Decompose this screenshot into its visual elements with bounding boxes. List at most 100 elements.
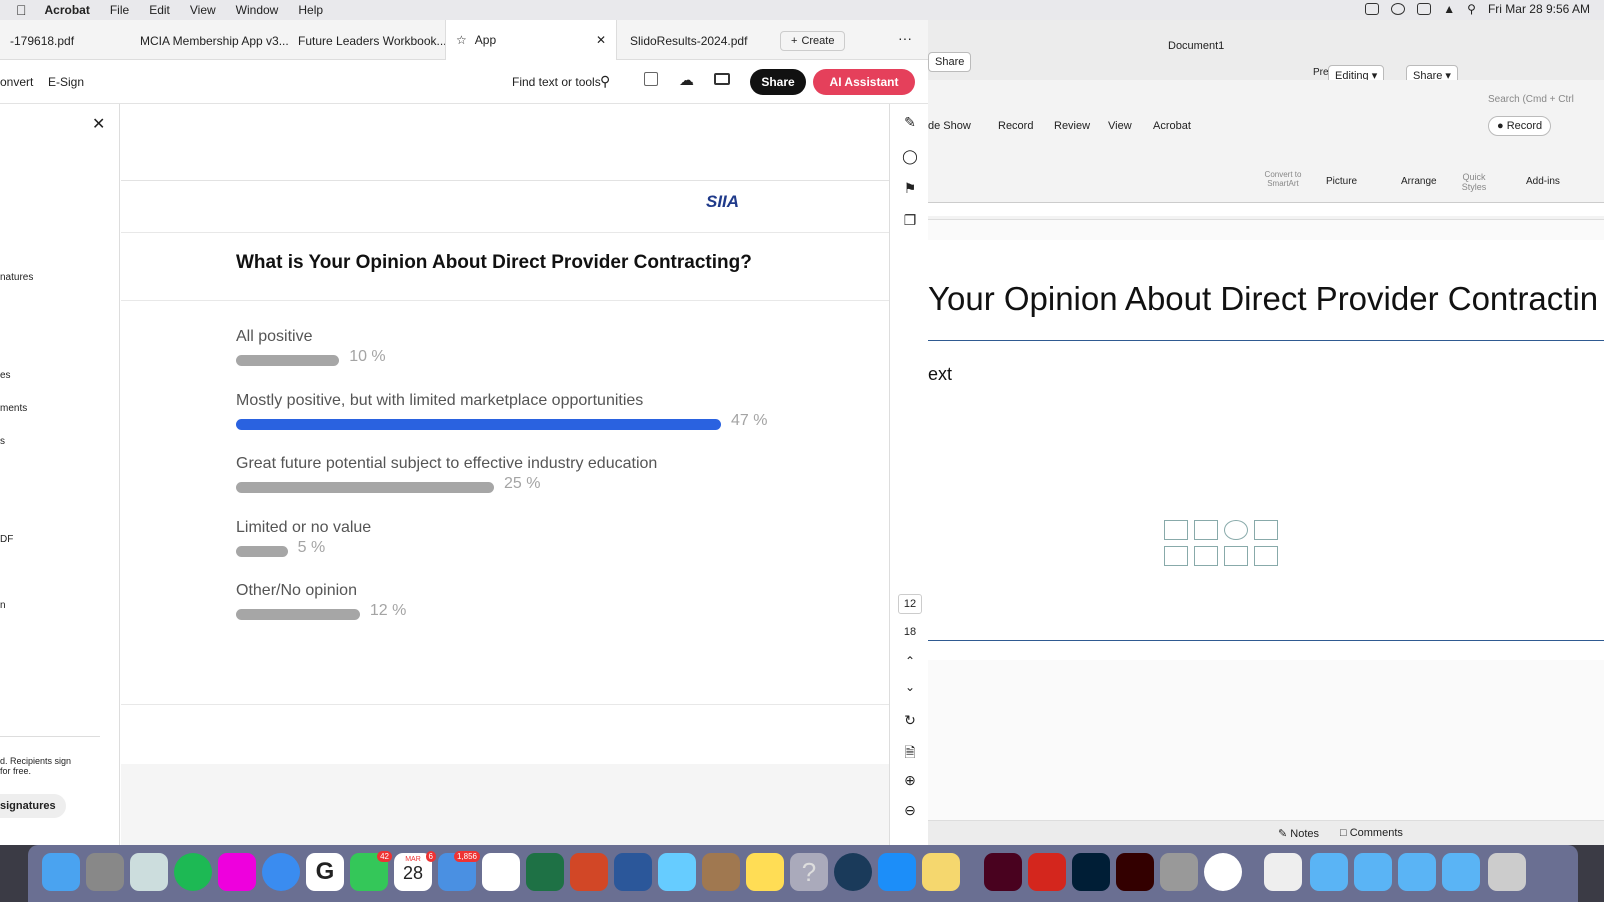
tab-mcia[interactable]: MCIA Membership App v3... [130, 29, 299, 53]
spotify-icon[interactable] [174, 853, 212, 891]
table-icon[interactable] [1224, 546, 1248, 566]
finder-icon[interactable] [42, 853, 80, 891]
messages-icon[interactable]: 42 [350, 851, 392, 891]
record-button[interactable]: ● Record [1488, 116, 1552, 136]
excel-icon[interactable] [526, 853, 564, 891]
powerpoint-icon[interactable] [570, 853, 608, 891]
trash-icon[interactable] [1488, 853, 1526, 891]
battery-icon[interactable] [1417, 3, 1432, 15]
picture-icon[interactable] [1164, 546, 1188, 566]
icons-icon[interactable] [1224, 520, 1248, 540]
ribbon-tab-review[interactable]: Review [1054, 120, 1090, 132]
menu-edit[interactable]: Edit [149, 3, 170, 17]
addins-group[interactable]: Add-ins [1526, 176, 1560, 187]
arrange-group[interactable]: Arrange [1401, 176, 1437, 187]
help-icon[interactable]: ? [790, 853, 828, 891]
chart-icon[interactable] [1254, 546, 1278, 566]
notes-button[interactable]: ✎ Notes [1278, 827, 1319, 840]
menu-file[interactable]: File [110, 3, 129, 17]
comments-button[interactable]: □ Comments [1340, 827, 1403, 839]
picture-group[interactable]: Picture [1326, 176, 1357, 187]
ribbon-tab-view[interactable]: View [1108, 120, 1132, 132]
photoshop-icon[interactable] [1072, 853, 1110, 891]
page-up-icon[interactable]: ⌃ [901, 654, 919, 668]
pencil-icon[interactable] [1160, 853, 1198, 891]
ribbon-tab-acrobat[interactable]: Acrobat [1153, 120, 1191, 132]
panel-item-pdf[interactable]: DF [0, 534, 13, 545]
mail-icon[interactable]: 1,856 [438, 851, 480, 891]
folder-icon[interactable] [1398, 853, 1436, 891]
launchpad-icon[interactable] [218, 853, 256, 891]
panel-item-es[interactable]: es [0, 370, 11, 381]
slide-title[interactable]: Your Opinion About Direct Provider Contr… [928, 280, 1598, 318]
apple-icon[interactable]:  [16, 2, 27, 18]
menu-help[interactable]: Help [298, 3, 323, 17]
notes-icon[interactable] [746, 853, 784, 891]
wifi-icon[interactable]: ▲ [1443, 2, 1455, 16]
ai-assistant-button[interactable]: AI Assistant [813, 69, 915, 95]
system-settings-icon[interactable] [86, 853, 124, 891]
pages-icon[interactable]: ❐ [901, 212, 919, 229]
tab-future-leaders[interactable]: Future Leaders Workbook... [288, 29, 457, 53]
folder-icon[interactable] [1354, 853, 1392, 891]
edit-pdf-icon[interactable]: ✎ [901, 114, 919, 131]
downloads-stack-icon[interactable] [1264, 853, 1302, 891]
panel-item-n[interactable]: n [0, 600, 6, 611]
page-number-current[interactable]: 12 [898, 594, 922, 614]
stock-image-icon[interactable] [1194, 520, 1218, 540]
spotlight-search-icon[interactable]: ⚲ [1467, 2, 1476, 16]
esign-tool[interactable]: E-Sign [48, 75, 84, 89]
safari-icon[interactable] [262, 853, 300, 891]
ribbon-search-input[interactable]: Search (Cmd + Ctrl [1488, 94, 1574, 105]
maps-icon[interactable] [658, 853, 696, 891]
tab-179618[interactable]: -179618.pdf [0, 29, 84, 53]
find-tools-label[interactable]: Find text or tools [512, 75, 601, 89]
panel-item-documents[interactable]: ments [0, 403, 27, 414]
print-icon[interactable] [714, 73, 730, 85]
menu-view[interactable]: View [190, 3, 216, 17]
status-icon[interactable] [1365, 3, 1380, 15]
menu-window[interactable]: Window [236, 3, 279, 17]
rotate-icon[interactable]: ↻ [901, 712, 919, 729]
upload-cloud-icon[interactable]: ☁ [679, 71, 694, 89]
preview-icon[interactable] [130, 853, 168, 891]
menu-app-name[interactable]: Acrobat [45, 3, 90, 17]
share-button-left[interactable]: Share [928, 52, 972, 72]
star-icon[interactable]: ☆ [456, 33, 467, 47]
create-button[interactable]: + Create [780, 31, 846, 51]
monday-icon[interactable] [482, 853, 520, 891]
document-icon[interactable]: 🗎 [901, 742, 919, 766]
more-icon[interactable]: ··· [898, 30, 912, 46]
save-icon[interactable] [644, 72, 658, 86]
folder-icon[interactable] [1442, 853, 1480, 891]
photos-icon[interactable] [1204, 853, 1242, 891]
illustrator-icon[interactable] [1116, 853, 1154, 891]
convert-tool[interactable]: onvert [0, 75, 33, 89]
convert-smartart[interactable]: Convert to SmartArt [1258, 170, 1308, 188]
video-icon[interactable] [1194, 546, 1218, 566]
page-down-icon[interactable]: ⌄ [901, 680, 919, 694]
bookmark-icon[interactable]: ⚑ [901, 180, 919, 197]
tab-slido[interactable]: SlidoResults-2024.pdf [620, 29, 757, 53]
share-button[interactable]: Share [750, 69, 806, 95]
bluetooth-icon[interactable] [1391, 3, 1406, 15]
ribbon-tab-record[interactable]: Record [998, 120, 1033, 132]
menubar-clock[interactable]: Fri Mar 28 9:56 AM [1488, 2, 1590, 16]
calendar-icon[interactable]: MAR 28 6 [394, 851, 436, 891]
search-icon[interactable]: ⚲ [600, 73, 610, 90]
zoom-out-icon[interactable]: ⊖ [901, 802, 919, 819]
zoom-in-icon[interactable]: ⊕ [901, 772, 919, 789]
comment-icon[interactable]: ◯ [901, 148, 919, 165]
smartart-icon[interactable] [1254, 520, 1278, 540]
slide-canvas[interactable]: Your Opinion About Direct Provider Contr… [928, 240, 1604, 660]
quicktime-icon[interactable] [834, 853, 872, 891]
grammarly-icon[interactable]: G [306, 853, 344, 891]
contacts-icon[interactable] [702, 853, 740, 891]
ribbon-tab-slideshow[interactable]: de Show [928, 120, 971, 132]
stickies-icon[interactable] [922, 853, 960, 891]
word-icon[interactable] [614, 853, 652, 891]
request-signatures-button[interactable]: signatures [0, 794, 66, 818]
tab-app[interactable]: ☆ App ✕ [445, 20, 617, 60]
acrobat-icon[interactable] [1028, 853, 1066, 891]
quick-styles-group[interactable]: Quick Styles [1456, 172, 1492, 192]
